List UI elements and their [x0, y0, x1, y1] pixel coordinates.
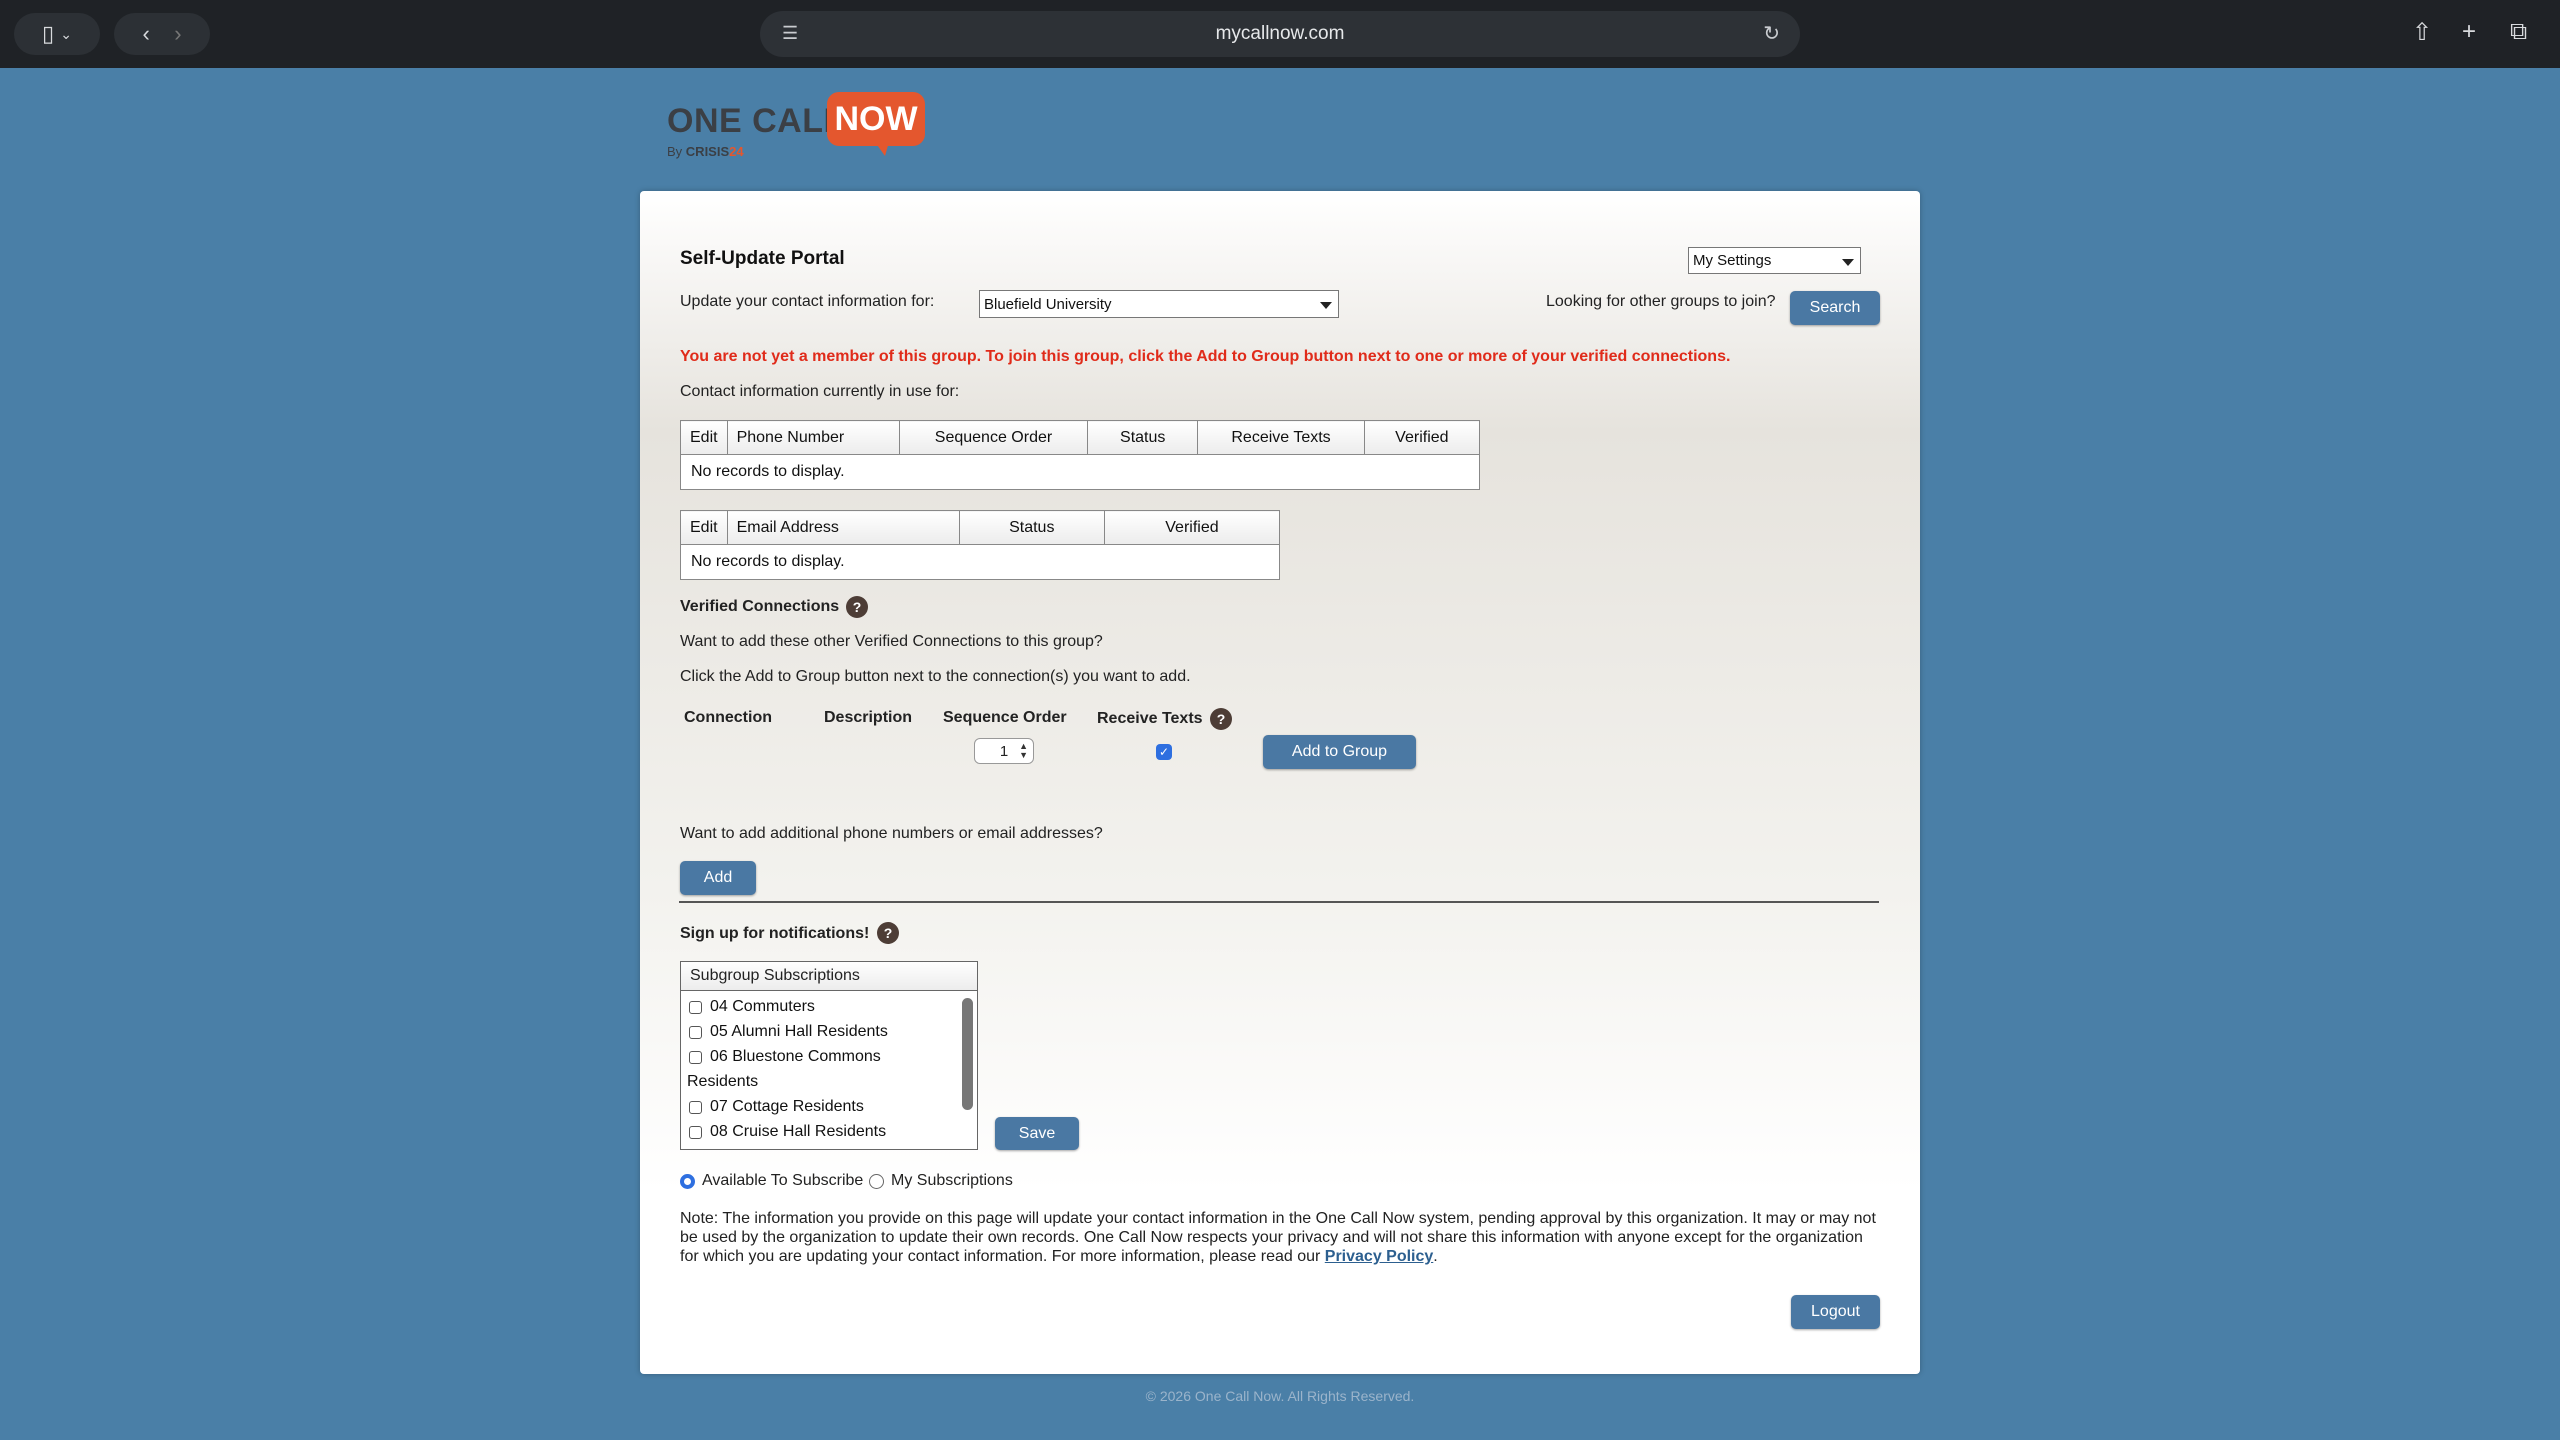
- no-records-text: No records to display.: [680, 544, 1280, 580]
- my-subscriptions-radio[interactable]: [869, 1174, 884, 1189]
- page-title: Self-Update Portal: [680, 248, 845, 269]
- my-subscriptions-radio-label: My Subscriptions: [891, 1172, 1013, 1189]
- address-bar[interactable]: ☰ mycallnow.com ↻: [760, 11, 1800, 57]
- additional-contacts-label: Want to add additional phone numbers or …: [680, 825, 1103, 842]
- section-divider: [679, 901, 1879, 903]
- checkbox[interactable]: [689, 1100, 702, 1114]
- save-button[interactable]: Save: [995, 1117, 1079, 1150]
- column-header: Email Address: [726, 510, 960, 545]
- group-select[interactable]: Bluefield University: [979, 290, 1339, 318]
- help-icon[interactable]: ?: [1210, 708, 1232, 730]
- column-header: Edit: [680, 420, 728, 455]
- column-header: Verified: [1103, 510, 1281, 545]
- sidebar-toggle-button[interactable]: ▯ ⌄: [14, 13, 100, 55]
- verified-connections-title: Verified Connections: [680, 598, 840, 615]
- forward-icon[interactable]: ›: [174, 21, 181, 47]
- column-header: Receive Texts: [1197, 420, 1365, 455]
- chevron-down-icon: [1320, 302, 1332, 309]
- description-header: Description: [824, 709, 913, 726]
- nav-buttons: ‹ ›: [114, 13, 210, 55]
- connection-header: Connection: [684, 709, 772, 726]
- checkbox[interactable]: [689, 1000, 702, 1014]
- list-item[interactable]: 04 Commuters: [689, 998, 815, 1016]
- checkbox[interactable]: [689, 1050, 702, 1064]
- phone-table: Edit Phone Number Sequence Order Status …: [680, 420, 1481, 490]
- privacy-policy-link[interactable]: Privacy Policy: [1325, 1248, 1434, 1265]
- sequence-order-header: Sequence Order: [943, 709, 1067, 726]
- column-header: Verified: [1363, 420, 1481, 455]
- share-icon[interactable]: ⇧: [2412, 18, 2432, 47]
- table-row: No records to display.: [680, 544, 1280, 580]
- my-settings-select[interactable]: My Settings: [1688, 247, 1861, 274]
- list-item[interactable]: 07 Cottage Residents: [689, 1098, 864, 1116]
- url-text: mycallnow.com: [1215, 23, 1345, 44]
- available-radio-label: Available To Subscribe: [702, 1172, 864, 1189]
- signup-title: Sign up for notifications!: [680, 925, 870, 942]
- sequence-order-stepper[interactable]: 1 ▲ ▼: [974, 738, 1034, 764]
- receive-texts-checkbox[interactable]: ✓: [1156, 744, 1172, 760]
- tabs-overview-icon[interactable]: ⧉: [2510, 18, 2527, 46]
- table-header-row: Edit Email Address Status Verified: [680, 510, 1281, 545]
- update-contact-label: Update your contact information for:: [680, 293, 935, 310]
- footer-copyright: © 2026 One Call Now. All Rights Reserved…: [1145, 1388, 1415, 1404]
- sidebar-icon: ▯: [42, 21, 55, 46]
- search-button[interactable]: Search: [1790, 291, 1880, 325]
- looking-for-groups-label: Looking for other groups to join?: [1546, 293, 1776, 310]
- table-row: No records to display.: [680, 454, 1480, 490]
- logo-one-call: ONE CALL: [667, 102, 845, 140]
- available-radio[interactable]: [680, 1174, 695, 1189]
- new-tab-icon[interactable]: +: [2462, 18, 2476, 46]
- privacy-note: Note: The information you provide on thi…: [680, 1210, 1876, 1265]
- help-icon[interactable]: ?: [877, 922, 899, 944]
- column-header: Sequence Order: [898, 420, 1089, 455]
- logout-button[interactable]: Logout: [1791, 1295, 1880, 1329]
- not-member-warning: You are not yet a member of this group. …: [680, 348, 1731, 365]
- no-records-text: No records to display.: [680, 454, 1480, 490]
- page-settings-icon[interactable]: ☰: [782, 23, 798, 44]
- table-header-row: Edit Phone Number Sequence Order Status …: [680, 420, 1481, 455]
- browser-toolbar: ▯ ⌄ ‹ › ☰ mycallnow.com ↻ ⇧ + ⧉: [0, 0, 2560, 68]
- self-update-panel: Self-Update Portal My Settings Update yo…: [640, 191, 1920, 1374]
- contact-info-label: Contact information currently in use for…: [680, 383, 960, 400]
- checkbox[interactable]: [689, 1125, 702, 1139]
- column-header: Status: [958, 510, 1105, 545]
- checkbox[interactable]: [689, 1025, 702, 1039]
- column-header: Status: [1087, 420, 1199, 455]
- receive-texts-header: Receive Texts: [1097, 710, 1203, 727]
- add-to-group-button[interactable]: Add to Group: [1263, 735, 1416, 769]
- scrollbar-thumb[interactable]: [962, 998, 973, 1110]
- list-item-continuation: Residents: [687, 1073, 759, 1090]
- add-button[interactable]: Add: [680, 861, 756, 895]
- subgroup-header: Subgroup Subscriptions: [681, 962, 977, 991]
- reload-icon[interactable]: ↻: [1763, 21, 1780, 46]
- list-item[interactable]: 06 Bluestone Commons: [689, 1048, 881, 1066]
- verified-line-1: Want to add these other Verified Connect…: [680, 633, 1103, 650]
- logo-now: NOW: [827, 92, 925, 146]
- chevron-down-icon: [1842, 258, 1854, 266]
- logo-byline: By CRISIS24: [667, 144, 744, 159]
- stepper-arrows-icon[interactable]: ▲ ▼: [1019, 742, 1028, 760]
- verified-line-2: Click the Add to Group button next to th…: [680, 668, 1191, 685]
- chevron-down-icon: ⌄: [60, 25, 72, 42]
- list-item[interactable]: 08 Cruise Hall Residents: [689, 1123, 886, 1141]
- help-icon[interactable]: ?: [846, 596, 868, 618]
- list-item[interactable]: 05 Alumni Hall Residents: [689, 1023, 888, 1041]
- logo-bubble-tail: [875, 142, 889, 156]
- column-header: Edit: [680, 510, 728, 545]
- back-icon[interactable]: ‹: [142, 21, 149, 47]
- email-table: Edit Email Address Status Verified No re…: [680, 510, 1281, 580]
- subgroup-subscriptions-list[interactable]: Subgroup Subscriptions 04 Commuters 05 A…: [680, 961, 978, 1150]
- column-header: Phone Number: [726, 420, 900, 455]
